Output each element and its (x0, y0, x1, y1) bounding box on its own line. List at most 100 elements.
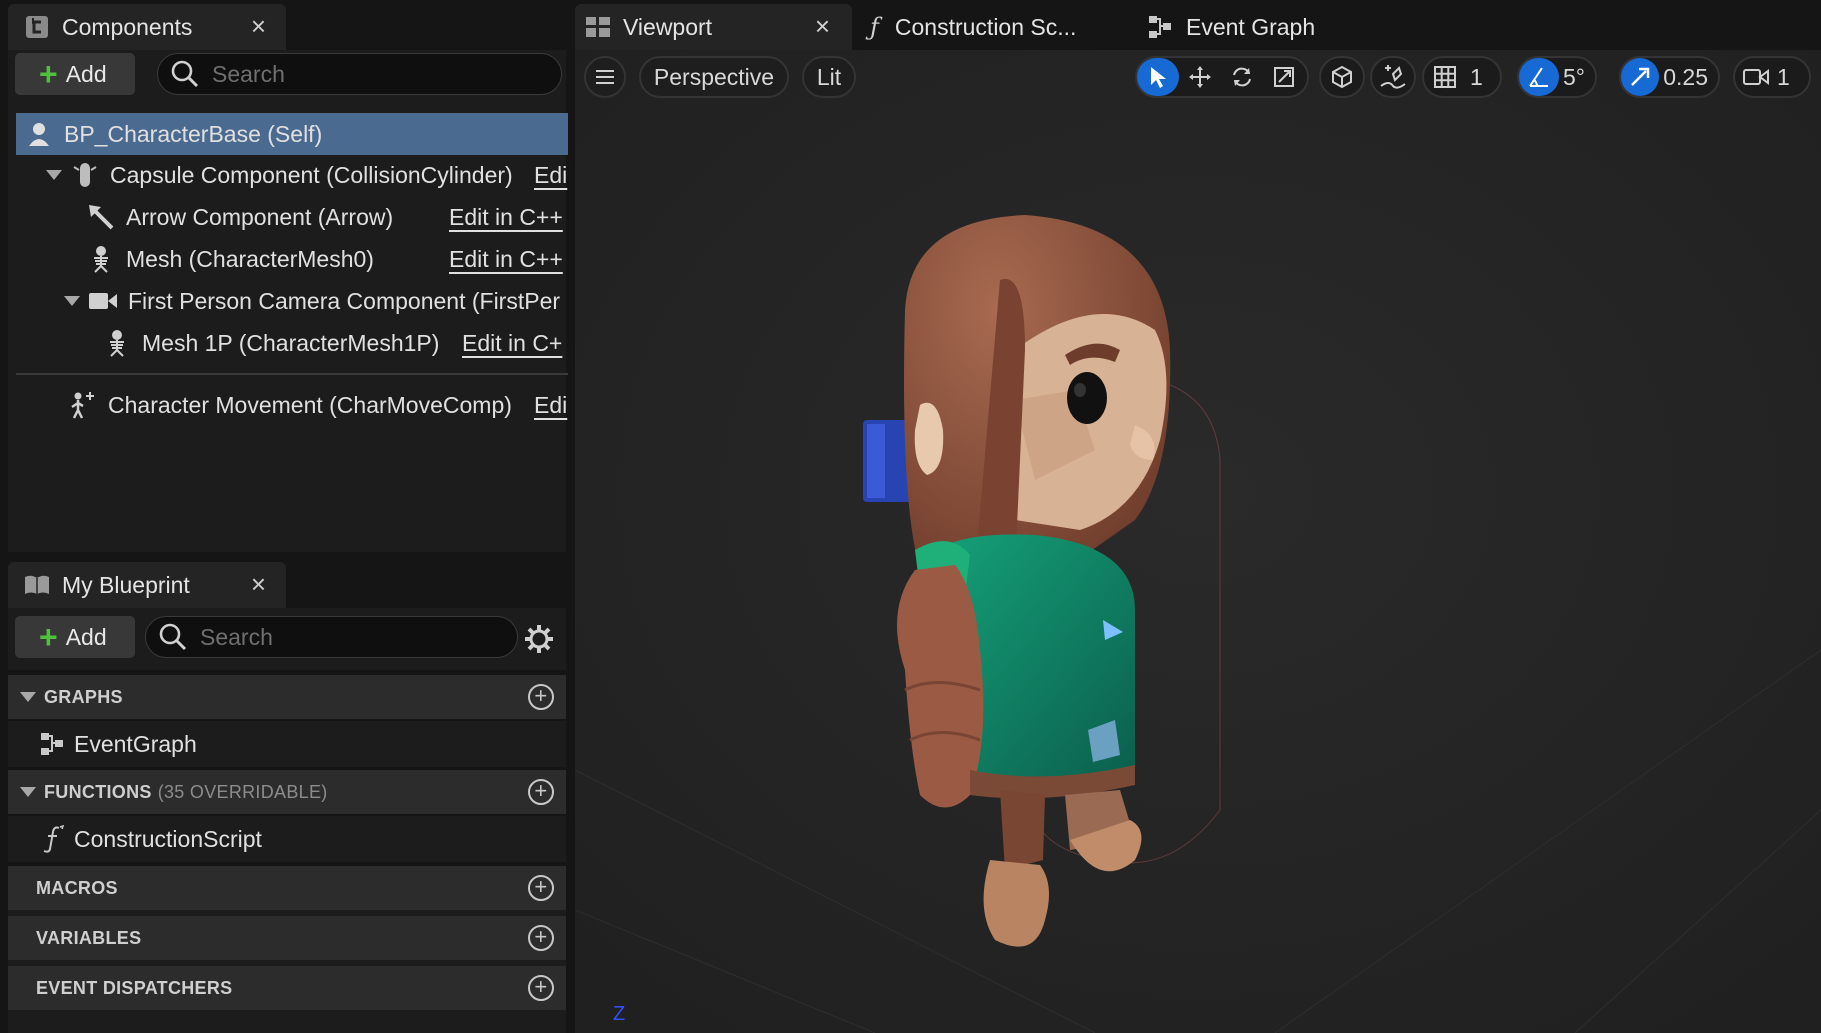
rotation-snap-value: 5° (1563, 63, 1585, 90)
left-column: Components × + Add Search BP_CharacterBa… (0, 0, 572, 1033)
section-title: MACROS (36, 877, 118, 898)
movement-icon (68, 390, 98, 420)
add-graph-icon[interactable]: + (528, 684, 554, 710)
camera-speed-control[interactable]: 1 (1733, 56, 1811, 98)
character-icon (24, 119, 54, 149)
add-member-button[interactable]: + Add (15, 616, 135, 658)
lit-button[interactable]: Lit (802, 56, 856, 98)
edit-in-cpp-link[interactable]: Edit in C++ (449, 246, 563, 273)
tree-label: First Person Camera Component (FirstPer (128, 287, 561, 314)
edit-in-cpp-link[interactable]: Edi (534, 392, 567, 419)
tree-item-capsule[interactable]: Capsule Component (CollisionCylinder) Ed… (16, 155, 568, 195)
tab-viewport[interactable]: Viewport × (575, 4, 852, 50)
add-component-button[interactable]: + Add (15, 53, 135, 95)
add-member-label: Add (65, 623, 107, 650)
viewport-canvas[interactable]: Z (575, 50, 1821, 1033)
scale-snap-value: 0.25 (1663, 63, 1708, 90)
section-title: EVENT DISPATCHERS (36, 977, 233, 998)
edit-in-cpp-link[interactable]: Edit in C++ (449, 204, 563, 231)
collapse-arrow-icon[interactable] (46, 170, 62, 180)
add-function-icon[interactable]: + (528, 779, 554, 805)
tree-divider (16, 373, 568, 375)
tab-components[interactable]: Components × (8, 4, 286, 50)
edit-in-cpp-link[interactable]: Edit in C+ (462, 330, 562, 357)
list-item-eventgraph[interactable]: EventGraph (8, 721, 566, 767)
move-tool-icon[interactable] (1179, 58, 1221, 96)
tab-my-blueprint[interactable]: My Blueprint × (8, 562, 286, 608)
myblueprint-tabstrip: My Blueprint × (0, 558, 572, 608)
collapse-arrow-icon[interactable] (64, 296, 80, 306)
tree-label: Mesh (CharacterMesh0) (126, 245, 374, 272)
select-tool-icon[interactable] (1137, 58, 1179, 96)
surface-snap-toggle[interactable] (1370, 56, 1416, 98)
section-title: GRAPHS (44, 686, 123, 707)
tab-construction-script[interactable]: ƒ Construction Sc... (860, 4, 1140, 50)
tree-item-camera[interactable]: First Person Camera Component (FirstPer (16, 281, 568, 321)
grid-snap-control[interactable]: 1 (1422, 56, 1502, 98)
world-local-toggle[interactable] (1319, 56, 1365, 98)
add-component-label: Add (65, 60, 107, 87)
perspective-button[interactable]: Perspective (639, 56, 789, 98)
graph-item-label: EventGraph (74, 730, 197, 757)
camera-icon (88, 286, 118, 316)
close-icon[interactable]: × (251, 13, 266, 39)
book-icon (24, 572, 50, 598)
tree-label: Mesh 1P (CharacterMesh1P) (142, 329, 440, 356)
section-graphs[interactable]: GRAPHS + (8, 675, 566, 719)
section-variables[interactable]: VARIABLES + (8, 916, 566, 960)
list-item-constructionscript[interactable]: ConstructionScript (8, 816, 566, 862)
surface-snap-icon (1372, 58, 1414, 96)
components-tab-title: Components (62, 13, 193, 40)
tab-event-graph[interactable]: Event Graph (1140, 4, 1400, 50)
viewport-icon (585, 16, 611, 38)
components-search-input[interactable]: Search (157, 53, 562, 95)
tree-label: BP_CharacterBase (Self) (64, 120, 323, 147)
add-variable-icon[interactable]: + (528, 925, 554, 951)
add-macro-icon[interactable]: + (528, 875, 554, 901)
section-macros[interactable]: MACROS + (8, 866, 566, 910)
arrow-component-icon (86, 202, 116, 232)
tree-item-self[interactable]: BP_CharacterBase (Self) (16, 113, 568, 155)
tree-item-mesh1p[interactable]: Mesh 1P (CharacterMesh1P) Edit in C+ (16, 323, 568, 363)
scale-tool-icon[interactable] (1263, 58, 1305, 96)
components-icon (24, 14, 50, 40)
section-event-dispatchers[interactable]: EVENT DISPATCHERS + (8, 966, 566, 1010)
close-icon[interactable]: × (251, 571, 266, 597)
angle-icon (1519, 58, 1559, 96)
function-icon: ƒ (870, 13, 879, 41)
search-icon (158, 622, 188, 652)
rotate-tool-icon[interactable] (1221, 58, 1263, 96)
graph-icon (1148, 14, 1174, 40)
my-blueprint-tab-title: My Blueprint (62, 571, 190, 598)
add-event-dispatcher-icon[interactable]: + (528, 975, 554, 1001)
rotation-snap-control[interactable]: 5° (1517, 56, 1597, 98)
event-graph-tab-title: Event Graph (1186, 13, 1316, 40)
collapse-arrow-icon[interactable] (20, 692, 36, 702)
components-tabstrip: Components × (0, 0, 572, 50)
scale-snap-control[interactable]: 0.25 (1619, 56, 1720, 98)
tree-item-movement[interactable]: Character Movement (CharMoveComp) Edi (16, 385, 568, 425)
skeleton-icon (102, 328, 132, 358)
collapse-arrow-icon[interactable] (20, 787, 36, 797)
section-title: VARIABLES (36, 927, 142, 948)
edit-in-cpp-link[interactable]: Edi (534, 162, 567, 189)
hamburger-icon (594, 68, 616, 86)
myblueprint-toolbar: + Add Search (8, 608, 566, 670)
search-placeholder: Search (212, 60, 285, 87)
tree-item-mesh[interactable]: Mesh (CharacterMesh0) Edit in C++ (16, 239, 568, 279)
section-functions[interactable]: FUNCTIONS (35 OVERRIDABLE) + (8, 770, 566, 814)
close-icon[interactable]: × (815, 13, 830, 39)
world-space-icon (1321, 58, 1363, 96)
myblueprint-search-input[interactable]: Search (145, 616, 518, 658)
section-subtitle: (35 OVERRIDABLE) (157, 781, 328, 802)
camera-icon (1735, 58, 1777, 96)
tree-label: Arrow Component (Arrow) (126, 203, 394, 230)
gear-icon[interactable] (524, 624, 554, 654)
plus-icon: + (39, 56, 58, 92)
transform-tools (1135, 56, 1309, 98)
viewport-menu-button[interactable] (584, 56, 626, 98)
tree-item-arrow[interactable]: Arrow Component (Arrow) Edit in C++ (16, 197, 568, 237)
graph-icon (40, 731, 66, 757)
capsule-icon (70, 160, 100, 190)
function-item-label: ConstructionScript (74, 825, 262, 852)
